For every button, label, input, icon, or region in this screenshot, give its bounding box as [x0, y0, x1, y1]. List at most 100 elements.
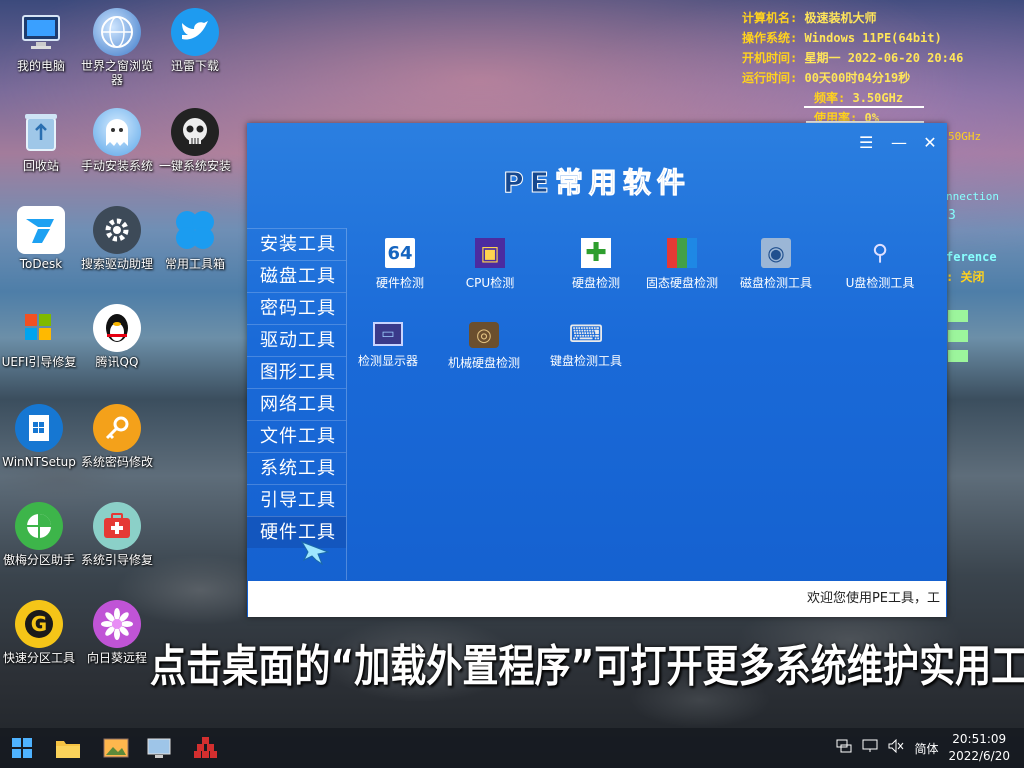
desktop-icon-quick-partition[interactable]: G 快速分区工具: [0, 600, 78, 665]
ghost-icon: [93, 108, 141, 156]
desktop-icon-todesk[interactable]: ToDesk: [2, 206, 80, 271]
close-button[interactable]: ✕: [923, 135, 937, 151]
desktop-icon-label: 腾讯QQ: [95, 355, 139, 369]
freq-label: 频率:: [814, 91, 846, 105]
os-value: Windows 11PE(64bit): [804, 31, 942, 45]
usb-magnifier-icon: ⚲: [871, 240, 889, 266]
desktop-icon-label: 回收站: [22, 159, 59, 173]
tool-disk-scan[interactable]: ◉ 磁盘检测工具: [728, 238, 824, 291]
sidebar-item-password[interactable]: 密码工具: [247, 292, 346, 324]
sidebar-item-driver[interactable]: 驱动工具: [247, 324, 346, 356]
freq-value: 3.50GHz: [852, 91, 904, 105]
tool-usb-detect[interactable]: ⚲ U盘检测工具: [832, 238, 928, 291]
overlay-bar: [948, 330, 968, 342]
sidebar-item-disk[interactable]: 磁盘工具: [247, 260, 346, 292]
volume-icon[interactable]: [888, 738, 904, 757]
keyboard-icon: ⌨: [568, 320, 604, 348]
tool-ssd-detect[interactable]: 固态硬盘检测: [634, 238, 730, 291]
tool-label: 键盘检测工具: [549, 354, 622, 368]
tool-label: 检测显示器: [357, 354, 418, 368]
taskbar-system-tool[interactable]: [146, 734, 174, 762]
tool-monitor-detect[interactable]: ▭ 检测显示器: [340, 322, 436, 369]
desktop-icon-label: 向日葵远程: [86, 651, 147, 665]
desktop-icon-one-key-install[interactable]: 一键系统安装: [156, 108, 234, 173]
desktop-icon-recycle-bin[interactable]: 回收站: [2, 108, 80, 173]
desktop-icon-label: WinNTSetup: [2, 455, 76, 469]
network-icon[interactable]: [836, 739, 852, 757]
desktop-icon-thunder[interactable]: 迅雷下载: [156, 8, 234, 73]
hdd-icon: ◎: [469, 322, 499, 348]
computer-name-value: 极速装机大师: [804, 11, 877, 25]
desktop-icon-label: 傲梅分区助手: [2, 553, 75, 567]
tool-hardware-detect[interactable]: 64 硬件检测: [352, 238, 448, 291]
overlay-fragment: : 关闭: [946, 270, 985, 284]
desktop-icon-label: 快速分区工具: [2, 651, 75, 665]
desktop-icon-label: 系统引导修复: [80, 553, 153, 567]
recycle-bin-icon: [17, 108, 65, 156]
ime-indicator[interactable]: 简体: [914, 740, 938, 757]
desktop-icon-aomei-partition[interactable]: 傲梅分区助手: [0, 502, 78, 567]
desktop-icon-label: ToDesk: [19, 257, 63, 271]
sidebar-item-boot[interactable]: 引导工具: [247, 484, 346, 516]
taskbar-package-tool[interactable]: [192, 734, 220, 762]
sidebar-item-file[interactable]: 文件工具: [247, 420, 346, 452]
clover-icon: [171, 206, 219, 254]
monitor-tool-icon: [147, 738, 171, 758]
sidebar-item-network[interactable]: 网络工具: [247, 388, 346, 420]
svg-text:G: G: [31, 612, 47, 636]
desktop-icon-label: 一键系统安装: [158, 159, 231, 173]
ghost-skull-icon: [171, 108, 219, 156]
sidebar-item-install[interactable]: 安装工具: [247, 228, 346, 260]
desktop-icon-label: 我的电脑: [16, 59, 65, 73]
overlay-fragment: 3: [948, 208, 956, 223]
desktop-icon-label: 搜索驱动助理: [80, 257, 153, 271]
g-partition-icon: G: [15, 600, 63, 648]
desktop-icon-qq[interactable]: 腾讯QQ: [78, 304, 156, 369]
clock[interactable]: 20:51:09 2022/6/20: [948, 731, 1010, 765]
desktop-icon-boot-repair[interactable]: 系统引导修复: [78, 502, 156, 567]
sunflower-icon: [93, 600, 141, 648]
uptime-value: 00天00时04分19秒: [804, 71, 911, 85]
overlay-fragment: nnection: [946, 190, 999, 203]
desktop-icon-manual-install[interactable]: 手动安装系统: [78, 108, 156, 173]
taskbar-image-viewer[interactable]: [102, 734, 130, 762]
desktop-icon-label: 常用工具箱: [164, 257, 225, 271]
window-controls: ☰ — ✕: [859, 135, 937, 151]
desktop-icon-winntsetup[interactable]: WinNTSetup: [0, 404, 78, 469]
system-tray: 简体 20:51:09 2022/6/20: [836, 728, 1024, 768]
todesk-icon: [17, 206, 65, 254]
desktop-icon-browser[interactable]: 世界之窗浏览器: [78, 8, 156, 87]
tool-label: CPU检测: [465, 276, 515, 290]
clock-date: 2022/6/20: [948, 749, 1010, 763]
desktop-icon-driver-search[interactable]: 搜索驱动助理: [78, 206, 156, 271]
overlay-bar: [948, 350, 968, 362]
desktop-icon-password-change[interactable]: 系统密码修改: [78, 404, 156, 469]
desktop-icon-sunflower[interactable]: 向日葵远程: [78, 600, 156, 665]
monitor-icon: ▭: [373, 322, 403, 346]
start-button[interactable]: [8, 734, 36, 762]
tool-hdd-detect[interactable]: ◎ 机械硬盘检测: [436, 322, 532, 371]
tool-label: 硬盘检测: [571, 276, 620, 290]
taskbar: 简体 20:51:09 2022/6/20: [0, 728, 1024, 768]
tool-label: 硬件检测: [375, 276, 424, 290]
tool-grid: 64 硬件检测 ▣ CPU检测 ✚ 硬盘检测 固态硬盘检测 ◉ 磁盘检测工具 ⚲…: [352, 238, 942, 538]
category-sidebar: 安装工具 磁盘工具 密码工具 驱动工具 图形工具 网络工具 文件工具 系统工具 …: [247, 228, 347, 580]
sidebar-item-graphics[interactable]: 图形工具: [247, 356, 346, 388]
monitor-tray-icon[interactable]: [862, 739, 878, 757]
overlay-bar: [948, 310, 968, 322]
minimize-button[interactable]: —: [891, 135, 907, 151]
desktop-icon-uefi-repair[interactable]: UEFI引导修复: [0, 304, 78, 369]
tool-cpu-detect[interactable]: ▣ CPU检测: [442, 238, 538, 291]
desktop-icon-label: 世界之窗浏览器: [80, 59, 153, 87]
thunder-bird-icon: [171, 8, 219, 56]
tool-disk-detect[interactable]: ✚ 硬盘检测: [548, 238, 644, 291]
windows-logo-icon: [12, 738, 32, 758]
tool-keyboard-detect[interactable]: ⌨ 键盘检测工具: [538, 320, 634, 369]
menu-icon[interactable]: ☰: [859, 135, 873, 151]
tool-label: 机械硬盘检测: [447, 356, 520, 370]
desktop-icon-my-computer[interactable]: 我的电脑: [2, 8, 80, 73]
tool-label: U盘检测工具: [845, 276, 915, 290]
desktop-icon-toolbox[interactable]: 常用工具箱: [156, 206, 234, 271]
sidebar-item-system[interactable]: 系统工具: [247, 452, 346, 484]
taskbar-explorer[interactable]: [54, 734, 82, 762]
